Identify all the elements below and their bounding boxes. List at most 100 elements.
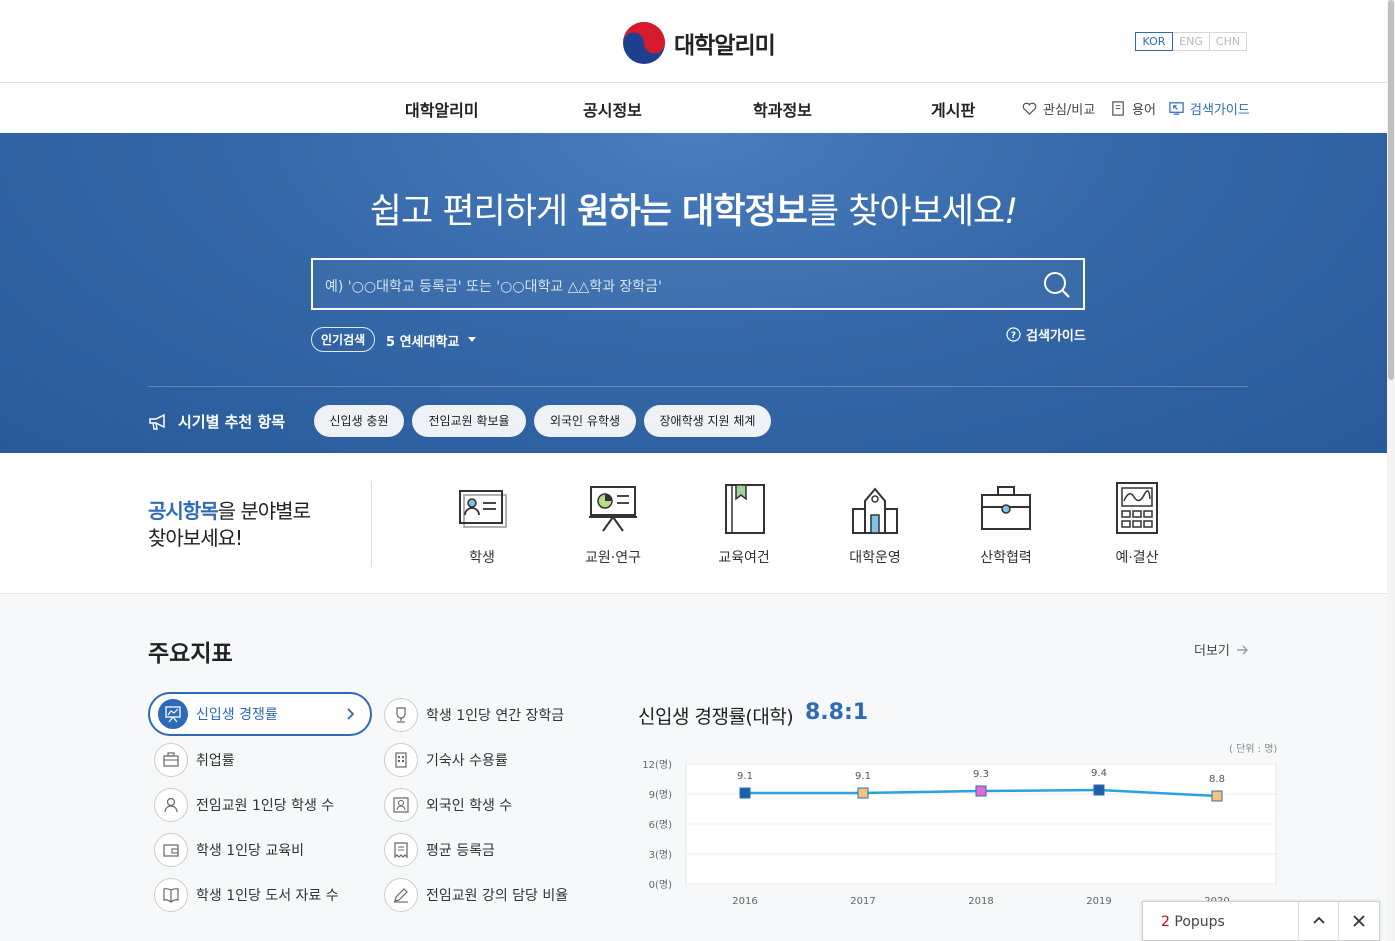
page-scrollbar[interactable]	[1387, 0, 1395, 941]
indicator-icon-wrap	[154, 878, 188, 912]
lang-kor[interactable]: KOR	[1135, 32, 1173, 51]
chip-disabled-support[interactable]: 장애학생 지원 체계	[644, 405, 771, 437]
indicator-icon-wrap	[384, 743, 418, 777]
util-search-guide-label: 검색가이드	[1190, 103, 1250, 118]
site-logo[interactable]: 대학알리미	[622, 21, 776, 65]
indicator-lecture-ratio[interactable]: 전임교원 강의 담당 비율	[384, 875, 568, 915]
category-student[interactable]: 학생	[437, 481, 527, 567]
y-tick-label: 12(명)	[642, 759, 672, 771]
util-interest-compare[interactable]: 관심/비교	[1021, 99, 1095, 118]
category-education[interactable]: 교육여건	[699, 481, 789, 567]
nav-department-info[interactable]: 학과정보	[753, 97, 812, 121]
category-budget-label: 예·결산	[1115, 550, 1159, 566]
indicator-employment-rate[interactable]: 취업률	[154, 740, 235, 780]
indicator-scholarship[interactable]: 학생 1인당 연간 장학금	[384, 695, 564, 735]
receipt-icon	[394, 842, 408, 859]
search-box[interactable]: 예) '○○대학교 등록금' 또는 '○○대학교 △△학과 장학금'	[311, 258, 1085, 310]
arrow-right-icon	[1236, 645, 1248, 654]
indicator-tuition[interactable]: 평균 등록금	[384, 830, 495, 870]
wallet-icon	[163, 844, 179, 857]
category-operation-label: 대학운영	[849, 550, 901, 566]
indicator-label: 기숙사 수용률	[426, 753, 508, 769]
nav-board[interactable]: 게시판	[931, 97, 975, 121]
hero-title-post: 를 찾아보세요	[806, 192, 1005, 232]
category-budget[interactable]: 예·결산	[1092, 481, 1182, 567]
hero-search-guide-link[interactable]: ? 검색가이드	[1006, 325, 1086, 344]
util-glossary[interactable]: 용어	[1110, 99, 1156, 118]
search-input[interactable]: 예) '○○대학교 등록금' 또는 '○○대학교 △△학과 장학금'	[325, 276, 662, 296]
popups-expand-button[interactable]	[1298, 902, 1338, 940]
main-navigation: 대학알리미 공시정보 학과정보 게시판 관심/비교 용어 검색가이드	[0, 83, 1387, 133]
season-label: 시기별 추천 항목	[178, 413, 286, 431]
y-tick-label: 0(명)	[649, 879, 672, 891]
data-label: 9.4	[1091, 768, 1107, 779]
category-divider	[371, 481, 372, 567]
x-tick-label: 2016	[732, 896, 757, 907]
popups-close-button[interactable]	[1338, 902, 1378, 940]
data-label: 9.1	[737, 771, 753, 782]
indicator-label: 학생 1인당 교육비	[196, 843, 304, 859]
data-point	[975, 785, 987, 797]
indicator-icon-wrap	[154, 833, 188, 867]
chip-faculty-rate[interactable]: 전임교원 확보율	[412, 405, 526, 437]
indicator-icon-wrap	[384, 878, 418, 912]
open-book-icon	[163, 888, 179, 903]
chip-foreign-students[interactable]: 외국인 유학생	[534, 405, 636, 437]
data-label: 9.3	[973, 769, 989, 780]
hero-title-end: !	[1004, 192, 1018, 232]
util-interest-label: 관심/비교	[1043, 103, 1096, 118]
chevron-up-icon	[1312, 916, 1325, 924]
data-label: 8.8	[1209, 774, 1225, 785]
indicator-education-cost[interactable]: 학생 1인당 교육비	[154, 830, 304, 870]
lang-eng[interactable]: ENG	[1172, 32, 1210, 51]
indicator-icon-wrap	[384, 788, 418, 822]
indicator-label: 평균 등록금	[426, 843, 495, 859]
nav-daehak-alimi[interactable]: 대학알리미	[405, 97, 479, 121]
more-label: 더보기	[1194, 644, 1230, 659]
indicator-library-materials[interactable]: 학생 1인당 도서 자료 수	[154, 875, 339, 915]
data-point	[1211, 790, 1223, 802]
util-search-guide[interactable]: 검색가이드	[1168, 99, 1250, 118]
y-tick-label: 9(명)	[649, 789, 672, 801]
data-point	[857, 787, 869, 799]
id-photo-icon	[393, 797, 409, 813]
y-tick-label: 6(명)	[649, 819, 672, 831]
category-industry-label: 산학협력	[980, 550, 1032, 566]
category-faculty[interactable]: 교원·연구	[568, 481, 658, 567]
category-industry[interactable]: 산학협력	[961, 481, 1051, 567]
chevron-right-icon	[347, 708, 355, 720]
popups-text: Popups	[1174, 914, 1225, 930]
category-section: 공시항목을 분야별로 찾아보세요! 학생 교원·연구 교육여건 대학운영 산학협…	[0, 453, 1387, 594]
indicator-foreign-students[interactable]: 외국인 학생 수	[384, 785, 512, 825]
popups-bar[interactable]: 2 Popups	[1142, 901, 1380, 941]
indicator-icon-wrap	[384, 833, 418, 867]
hero-title-bold: 원하는 대학정보	[577, 192, 808, 232]
popular-search-word[interactable]: 5 연세대학교	[386, 331, 459, 350]
indicator-new-student-competition[interactable]: 신입생 경쟁률	[148, 692, 372, 736]
category-operation[interactable]: 대학운영	[830, 481, 920, 567]
x-tick-label: 2019	[1086, 896, 1111, 907]
popular-search-dropdown-icon[interactable]	[468, 337, 476, 342]
language-selector: KOR ENG CHN	[1135, 32, 1247, 51]
chart-value: 8.8:1	[805, 700, 869, 725]
person-icon	[164, 797, 178, 813]
category-title: 공시항목을 분야별로 찾아보세요!	[148, 498, 311, 552]
indicator-label: 학생 1인당 도서 자료 수	[196, 888, 339, 904]
popups-label: 2 Popups	[1161, 914, 1225, 930]
pencil-icon	[394, 888, 408, 903]
close-icon	[1352, 915, 1365, 927]
more-link[interactable]: 더보기	[1194, 640, 1249, 659]
indicator-students-per-faculty[interactable]: 전임교원 1인당 학생 수	[154, 785, 334, 825]
chip-new-student-fill[interactable]: 신입생 충원	[314, 405, 404, 437]
indicator-label: 취업률	[196, 753, 235, 769]
util-glossary-label: 용어	[1132, 103, 1156, 118]
season-recommend: 시기별 추천 항목	[148, 411, 285, 432]
indicator-label: 외국인 학생 수	[426, 798, 513, 814]
nav-disclosure-info[interactable]: 공시정보	[583, 97, 642, 121]
popups-count: 2	[1161, 914, 1170, 930]
search-icon[interactable]	[1041, 269, 1073, 301]
category-education-label: 교육여건	[718, 550, 770, 566]
indicator-dormitory[interactable]: 기숙사 수용률	[384, 740, 508, 780]
scrollbar-thumb[interactable]	[1388, 0, 1394, 380]
lang-chn[interactable]: CHN	[1209, 32, 1247, 51]
